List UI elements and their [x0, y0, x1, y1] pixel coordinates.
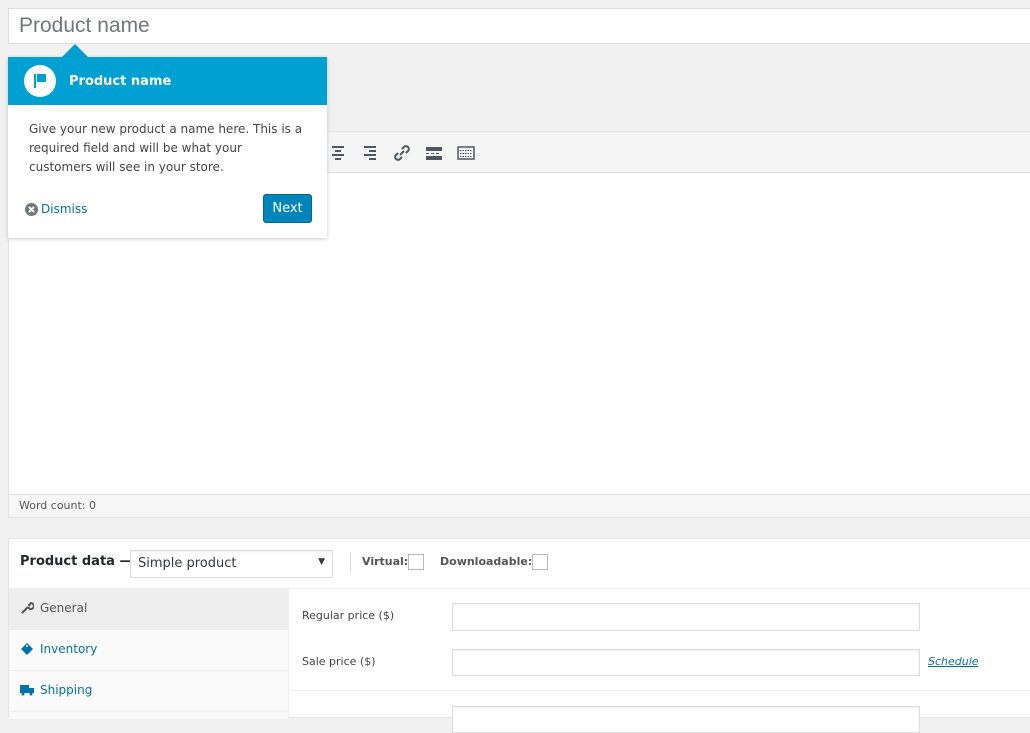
- next-button[interactable]: Next: [263, 194, 312, 223]
- tag-icon: [21, 643, 33, 655]
- truck-icon: [20, 685, 34, 696]
- sale-price-input[interactable]: [452, 649, 920, 676]
- tab-label: Shipping: [40, 683, 93, 697]
- virtual-checkbox[interactable]: [408, 554, 425, 570]
- product-name-input[interactable]: Product name: [8, 8, 1030, 44]
- sale-price-label: Sale price ($): [302, 655, 376, 668]
- flag-icon: [24, 65, 56, 97]
- align-center-icon[interactable]: [329, 144, 347, 162]
- tooltip-body: Give your new product a name here. This …: [29, 122, 303, 174]
- product-type-select[interactable]: Simple product ▼: [130, 550, 333, 578]
- downloadable-checkbox[interactable]: [532, 554, 549, 570]
- link-icon[interactable]: [393, 144, 411, 162]
- regular-price-input[interactable]: [452, 603, 920, 631]
- product-data-tabs: General Inventory Shipping: [9, 589, 289, 719]
- tooltip-title: Product name: [69, 74, 172, 89]
- divider: [290, 690, 1030, 691]
- chevron-down-icon: ▼: [318, 557, 325, 567]
- downloadable-option[interactable]: Downloadable:: [440, 554, 549, 570]
- virtual-label: Virtual:: [362, 555, 409, 568]
- wrench-icon: [21, 601, 34, 614]
- product-data-label: Product data —: [20, 554, 133, 569]
- dismiss-label: Dismiss: [41, 202, 88, 216]
- close-circle-icon: [25, 202, 38, 216]
- align-right-icon[interactable]: [361, 144, 379, 162]
- divider: [350, 552, 351, 572]
- word-count: Word count: 0: [9, 494, 1030, 517]
- tab-inventory[interactable]: Inventory: [9, 630, 288, 671]
- product-data-header: Product data — Simple product ▼ Virtual:…: [9, 539, 1030, 589]
- dismiss-button[interactable]: Dismiss: [25, 202, 87, 216]
- downloadable-label: Downloadable:: [440, 555, 533, 568]
- schedule-link[interactable]: Schedule: [928, 655, 979, 668]
- tab-label: General: [40, 601, 88, 615]
- regular-price-label: Regular price ($): [302, 609, 395, 622]
- onboarding-tooltip: Product name Give your new product a nam…: [8, 57, 327, 238]
- read-more-icon[interactable]: [425, 144, 443, 162]
- product-type-value: Simple product: [138, 556, 237, 571]
- product-data-panel: Product data — Simple product ▼ Virtual:…: [8, 538, 1030, 733]
- field-input[interactable]: [452, 706, 920, 733]
- virtual-option[interactable]: Virtual:: [362, 554, 425, 570]
- toolbar-toggle-icon[interactable]: [457, 144, 475, 162]
- tab-shipping[interactable]: Shipping: [9, 671, 288, 712]
- tab-general[interactable]: General: [9, 589, 288, 630]
- tab-label: Inventory: [40, 642, 98, 656]
- tooltip-header: Product name: [8, 57, 327, 105]
- tooltip-arrow: [62, 44, 88, 57]
